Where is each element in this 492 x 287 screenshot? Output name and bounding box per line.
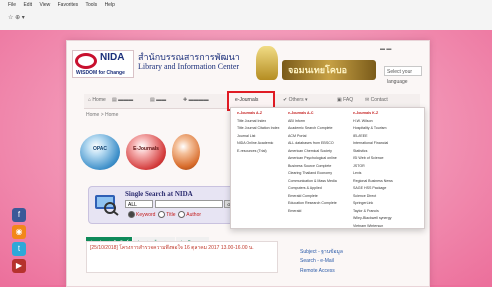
search-computer-icon bbox=[95, 195, 119, 216]
menu-tools[interactable]: Tools bbox=[85, 2, 97, 8]
dropdown-link[interactable]: ISI Web of Science bbox=[353, 155, 393, 163]
language-flags[interactable]: ▬ ▬ bbox=[380, 46, 391, 52]
logo-subtitle: WISDOM for Change bbox=[76, 70, 125, 76]
twitter-icon[interactable]: t bbox=[12, 242, 26, 256]
dropdown-link[interactable]: IEL/IEEE bbox=[353, 133, 393, 141]
dropdown-link[interactable]: Regional Business News bbox=[353, 178, 393, 186]
dropdown-link[interactable]: SpringerLink bbox=[353, 200, 393, 208]
opac-label: OPAC bbox=[92, 146, 108, 152]
browser-menu-bar: File Edit View Favorites Tools Help bbox=[8, 2, 121, 12]
nida-seal-icon bbox=[75, 53, 97, 69]
radio-author-label: Author bbox=[186, 211, 202, 218]
dropdown-link[interactable]: Vietnam Wintersun bbox=[353, 223, 393, 231]
radio-author[interactable] bbox=[178, 211, 186, 218]
search-input[interactable] bbox=[155, 200, 223, 208]
side-link-subject[interactable]: Subject - ฐานข้อมูล bbox=[300, 248, 343, 256]
dropdown-column-3: e-Journals K-Z H.W. Wilson Hospitality &… bbox=[353, 110, 393, 230]
dropdown-col1-heading: e-Journals A-Z bbox=[237, 111, 263, 115]
dropdown-link[interactable]: Science Direct bbox=[353, 193, 393, 201]
menu-favorites[interactable]: Favorites bbox=[58, 2, 79, 8]
menu-help[interactable]: Help bbox=[105, 2, 115, 8]
dropdown-link[interactable]: ALL databases from EBSCO bbox=[288, 140, 337, 148]
breadcrumb: Home > Home bbox=[86, 112, 119, 118]
dropdown-column-1: e-Journals A-Z Title Journal Index Title… bbox=[237, 110, 279, 155]
dropdown-link[interactable]: Lexis bbox=[353, 170, 393, 178]
dropdown-link[interactable]: Emerald Complete bbox=[288, 193, 337, 201]
radio-keyword[interactable] bbox=[128, 211, 135, 218]
nav-item-3[interactable]: ▤ ▬▬ bbox=[150, 97, 166, 103]
radio-title[interactable] bbox=[158, 211, 166, 218]
menu-view[interactable]: View bbox=[39, 2, 50, 8]
ejournals-label: E-Journals bbox=[133, 146, 159, 152]
radio-keyword-label: Keyword bbox=[136, 211, 156, 218]
dropdown-link[interactable]: JSTOR bbox=[353, 163, 393, 171]
radio-title-label: Title bbox=[166, 211, 176, 218]
menu-edit[interactable]: Edit bbox=[23, 2, 32, 8]
dropdown-link[interactable]: SAGE HSS Package bbox=[353, 185, 393, 193]
dropdown-link[interactable]: Statistics bbox=[353, 148, 393, 156]
dropdown-link[interactable]: E-resources (Trial) bbox=[237, 148, 279, 156]
search-title: Single Search at NIDA bbox=[125, 190, 193, 198]
dropdown-link[interactable]: American Chemical Society bbox=[288, 148, 337, 156]
favorites-bar: ☆ ⊕ ▾ bbox=[8, 15, 25, 21]
rss-icon[interactable]: ◉ bbox=[12, 225, 26, 239]
search-field-options: Keyword Title Author bbox=[128, 211, 201, 218]
nav-item-2[interactable]: ▤ ▬▬▬ bbox=[112, 97, 133, 103]
dropdown-link[interactable]: Emerald bbox=[288, 208, 337, 216]
dropdown-link[interactable]: Business Source Complete bbox=[288, 163, 337, 171]
dropdown-link[interactable]: Wiley-Blackwell synergy bbox=[353, 215, 393, 223]
dropdown-link[interactable]: Title Journal Index bbox=[237, 118, 279, 126]
dropdown-col3-heading: e-Journals K-Z bbox=[353, 111, 379, 115]
royal-emblem-icon bbox=[256, 46, 278, 80]
menu-file[interactable]: File bbox=[8, 2, 16, 8]
faq-icon: ▣ bbox=[337, 97, 342, 103]
news-item[interactable]: [25/10/2018] โครงการสำรวจความพึงพอใจ 16 … bbox=[90, 244, 254, 252]
side-link-remote[interactable]: Remote Access bbox=[300, 268, 335, 274]
favorites-star-icon[interactable]: ☆ bbox=[8, 15, 13, 21]
nav-others[interactable]: ✔ Others ▾ bbox=[283, 97, 308, 103]
banner-text: จอมนเทยโคบอ bbox=[288, 65, 348, 75]
language-select[interactable]: Select your language bbox=[384, 66, 422, 85]
dropdown-link[interactable]: American Psychological online bbox=[288, 155, 337, 163]
dropdown-col2-heading: e-Journals A-C bbox=[288, 111, 314, 115]
home-icon: ⌂ bbox=[88, 97, 92, 103]
dropdown-link[interactable]: ABI Inform bbox=[288, 118, 337, 126]
youtube-icon[interactable]: ▶ bbox=[12, 259, 26, 273]
dropdown-link[interactable]: Education Research Complete bbox=[288, 200, 337, 208]
contact-icon: ✉ bbox=[365, 97, 370, 103]
check-icon: ✔ bbox=[283, 97, 288, 103]
dropdown-link[interactable]: Hospitality & Tourism bbox=[353, 125, 393, 133]
dropdown-link[interactable]: Communication & Mass Media bbox=[288, 178, 337, 186]
dropdown-column-2: e-Journals A-C ABI Inform Academic Searc… bbox=[288, 110, 337, 215]
add-favorite-icon[interactable]: ⊕ bbox=[15, 15, 20, 21]
logo-text: NIDA bbox=[100, 52, 125, 63]
dropdown-link[interactable]: Title Journal Citation Index bbox=[237, 125, 279, 133]
dropdown-link[interactable]: Journal List bbox=[237, 133, 279, 141]
dropdown-link[interactable]: ACM Portal bbox=[288, 133, 337, 141]
third-tile[interactable] bbox=[172, 134, 200, 170]
dropdown-link[interactable]: NIDA Online Academic bbox=[237, 140, 279, 148]
dropdown-link[interactable]: Clearing Thailand Economy bbox=[288, 170, 337, 178]
opac-tile[interactable] bbox=[80, 134, 120, 170]
nav-e-journals-label: e-Journals bbox=[235, 97, 259, 103]
nav-item-4[interactable]: ✚ ▬▬▬▬ bbox=[183, 97, 209, 103]
ejournals-tile[interactable] bbox=[126, 134, 166, 170]
dropdown-link[interactable]: Taylor & Francis bbox=[353, 208, 393, 216]
dropdown-link[interactable]: H.W. Wilson bbox=[353, 118, 393, 126]
news-tabs: ข่าวประชาสัมพันธ์ข่าวสารห้องสมุดข่าวกิจก… bbox=[86, 231, 210, 249]
nav-faq[interactable]: ▣ FAQ bbox=[337, 97, 353, 103]
side-link-search[interactable]: Search - e-Mail bbox=[300, 258, 334, 264]
dropdown-link[interactable]: International Financial bbox=[353, 140, 393, 148]
dropdown-link[interactable]: Academic Search Complete bbox=[288, 125, 337, 133]
search-scope-select[interactable]: ALL bbox=[125, 200, 153, 208]
facebook-icon[interactable]: f bbox=[12, 208, 26, 222]
nav-contact[interactable]: ✉ Contact bbox=[365, 97, 388, 103]
site-title-english: Library and Information Center bbox=[138, 62, 240, 71]
nav-home[interactable]: ⌂ Home bbox=[88, 97, 106, 103]
dropdown-link[interactable]: Computers & Applied bbox=[288, 185, 337, 193]
